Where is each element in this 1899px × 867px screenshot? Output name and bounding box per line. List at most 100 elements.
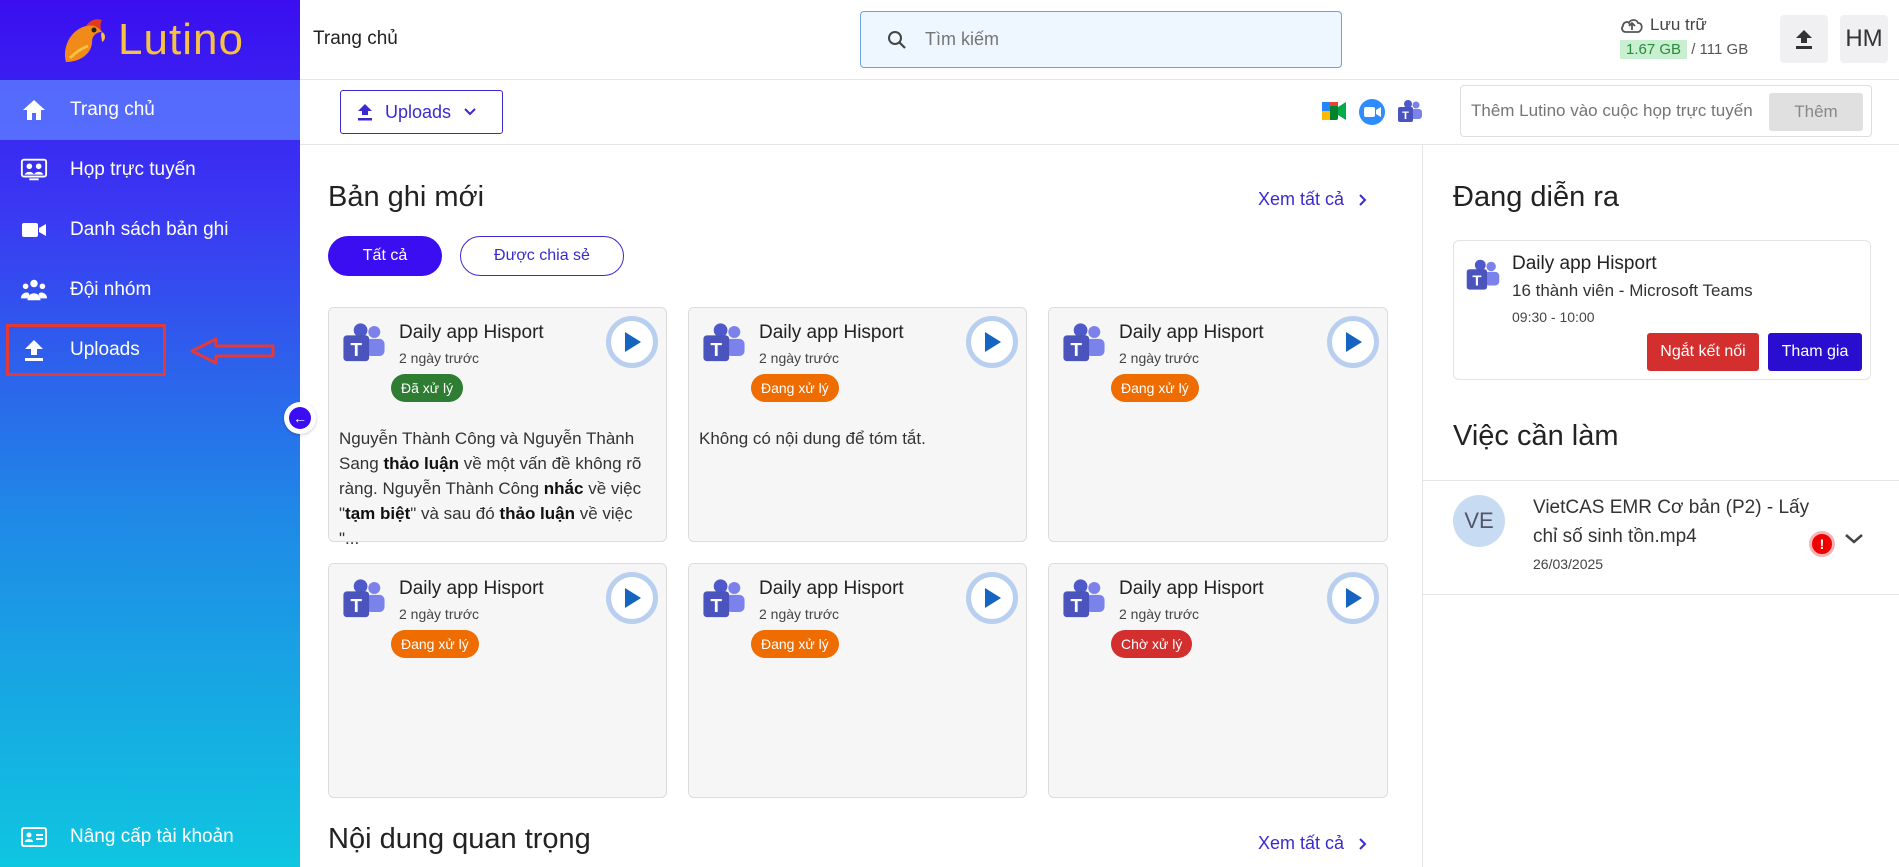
play-icon — [985, 332, 1001, 352]
add-to-meeting-button[interactable]: Thêm — [1769, 93, 1863, 131]
sidebar-nav: Trang chủ Họp trực tuyến Danh sách bản g… — [0, 80, 300, 380]
join-button[interactable]: Tham gia — [1768, 333, 1862, 371]
microsoft-teams-icon: T — [343, 323, 385, 362]
search-box[interactable] — [860, 11, 1342, 68]
microsoft-teams-icon[interactable]: T — [1396, 98, 1424, 126]
sidebar-item-meetings[interactable]: Họp trực tuyến — [0, 140, 300, 200]
see-all-label: Xem tất cả — [1258, 833, 1345, 853]
recording-time: 2 ngày trước — [399, 350, 480, 366]
storage-used: 1.67 GB — [1620, 40, 1688, 59]
zoom-icon[interactable] — [1358, 98, 1386, 126]
sidebar-item-label: Họp trực tuyến — [70, 159, 196, 180]
sidebar-item-home[interactable]: Trang chủ — [0, 80, 300, 140]
storage-total: / 111 GB — [1691, 41, 1749, 58]
microsoft-teams-icon: T — [703, 579, 745, 618]
recording-cards: T Daily app Hisport 2 ngày trước Đã xử lý Ng… — [328, 307, 1390, 798]
filter-shared[interactable]: Được chia sẻ — [460, 236, 624, 276]
important-see-all-link[interactable]: Xem tất cả — [1258, 833, 1368, 854]
microsoft-teams-icon: T — [1063, 323, 1105, 362]
brand-name: Lutino — [118, 15, 244, 64]
sidebar-item-label: Danh sách bản ghi — [70, 219, 229, 240]
microsoft-teams-icon: T — [703, 323, 745, 362]
cloud-upload-icon — [1621, 19, 1643, 33]
play-button[interactable] — [1327, 316, 1379, 368]
meeting-url-input[interactable] — [1471, 101, 1771, 121]
recording-time: 2 ngày trước — [759, 606, 840, 622]
add-to-meeting-box: Thêm — [1460, 85, 1872, 137]
status-badge: Đang xử lý — [751, 374, 839, 402]
recording-time: 2 ngày trước — [399, 606, 480, 622]
todo-item[interactable]: VE VietCAS EMR Cơ bản (P2) - Lấy chỉ số … — [1423, 480, 1899, 595]
video-camera-icon — [20, 216, 48, 244]
live-meeting-card[interactable]: T Daily app Hisport 16 thành viên - Micr… — [1453, 240, 1871, 380]
disconnect-button[interactable]: Ngắt kết nối — [1647, 333, 1759, 371]
uploads-dropdown[interactable]: Uploads — [340, 90, 503, 134]
recording-card[interactable]: T Daily app Hisport 2 ngày trước Đang xử lý… — [688, 307, 1027, 542]
svg-text:T: T — [351, 595, 363, 616]
brand[interactable]: Lutino — [0, 0, 300, 80]
meeting-icon — [20, 156, 48, 184]
meeting-platforms: T — [1320, 98, 1424, 126]
google-meet-icon[interactable] — [1320, 98, 1348, 124]
chevron-down-icon[interactable] — [1843, 531, 1865, 547]
important-title: Nội dung quan trọng — [328, 823, 591, 855]
storage-label: Lưu trữ — [1650, 15, 1707, 34]
live-meeting-time: 09:30 - 10:00 — [1512, 309, 1595, 325]
sidebar-item-recordings[interactable]: Danh sách bản ghi — [0, 200, 300, 260]
live-title: Đang diễn ra — [1453, 181, 1620, 213]
highlight-box — [6, 324, 166, 376]
chevron-right-icon — [1359, 193, 1367, 206]
microsoft-teams-icon: T — [1063, 579, 1105, 618]
avatar: VE — [1453, 495, 1505, 547]
sidebar-item-label: Nâng cấp tài khoản — [70, 826, 234, 847]
upload-icon — [358, 104, 372, 121]
sidebar: Lutino Trang chủ Họp trực tuyến Danh sác… — [0, 0, 300, 867]
recording-card[interactable]: T Daily app Hisport 2 ngày trước Đang xử lý — [688, 563, 1027, 798]
recordings-see-all-link[interactable]: Xem tất cả — [1258, 189, 1368, 210]
sidebar-item-upgrade[interactable]: Nâng cấp tài khoản — [0, 807, 300, 867]
sidebar-item-label: Đội nhóm — [70, 279, 152, 300]
team-icon — [20, 276, 48, 304]
recording-card[interactable]: T Daily app Hisport 2 ngày trước Đã xử lý Ng… — [328, 307, 667, 548]
search-input[interactable] — [925, 29, 1305, 50]
status-badge: Đã xử lý — [391, 374, 464, 402]
play-button[interactable] — [606, 572, 658, 624]
toolbar: Uploads T Thêm — [300, 80, 1899, 145]
parrot-logo-icon — [65, 19, 106, 62]
svg-text:T: T — [1071, 595, 1083, 616]
sidebar-item-teams[interactable]: Đội nhóm — [0, 260, 300, 320]
page-title: Trang chủ — [313, 28, 398, 49]
chevron-right-icon — [1359, 837, 1367, 850]
play-button[interactable] — [606, 316, 658, 368]
recording-time: 2 ngày trước — [759, 350, 840, 366]
todo-item-date: 26/03/2025 — [1533, 556, 1604, 572]
recording-card[interactable]: T Daily app Hisport 2 ngày trước Đang xử lý — [328, 563, 667, 798]
see-all-label: Xem tất cả — [1258, 189, 1345, 209]
sidebar-item-label: Trang chủ — [70, 99, 155, 120]
play-icon — [985, 588, 1001, 608]
user-avatar[interactable]: HM — [1840, 15, 1888, 63]
recording-card[interactable]: T Daily app Hisport 2 ngày trước Chờ xử lý — [1048, 563, 1388, 798]
play-icon — [1346, 332, 1362, 352]
status-badge: Đang xử lý — [1111, 374, 1199, 402]
recording-filters: Tất cả Được chia sẻ — [328, 236, 624, 276]
storage-indicator: Lưu trữ 1.67 GB / 111 GB — [1620, 15, 1749, 59]
play-button[interactable] — [1327, 572, 1379, 624]
alert-icon: ! — [1809, 531, 1835, 557]
svg-text:T: T — [711, 339, 723, 360]
recording-time: 2 ngày trước — [1119, 350, 1200, 366]
todo-item-title: VietCAS EMR Cơ bản (P2) - Lấy chỉ số sin… — [1533, 497, 1810, 547]
play-button[interactable] — [966, 572, 1018, 624]
recording-card[interactable]: T Daily app Hisport 2 ngày trước Đang xử lý — [1048, 307, 1388, 542]
uploads-dropdown-label: Uploads — [385, 101, 452, 122]
filter-all[interactable]: Tất cả — [328, 236, 442, 276]
header-upload-button[interactable] — [1780, 15, 1828, 63]
play-button[interactable] — [966, 316, 1018, 368]
recording-title: Daily app Hisport — [1119, 322, 1264, 343]
recording-time: 2 ngày trước — [1119, 606, 1200, 622]
status-badge: Đang xử lý — [751, 630, 839, 658]
play-icon — [625, 588, 641, 608]
main-content: Bản ghi mới Xem tất cả Tất cả Được chia … — [300, 145, 1422, 867]
right-panel: Đang diễn ra T Daily app Hisport 16 thàn… — [1422, 145, 1899, 867]
home-icon — [20, 96, 48, 124]
